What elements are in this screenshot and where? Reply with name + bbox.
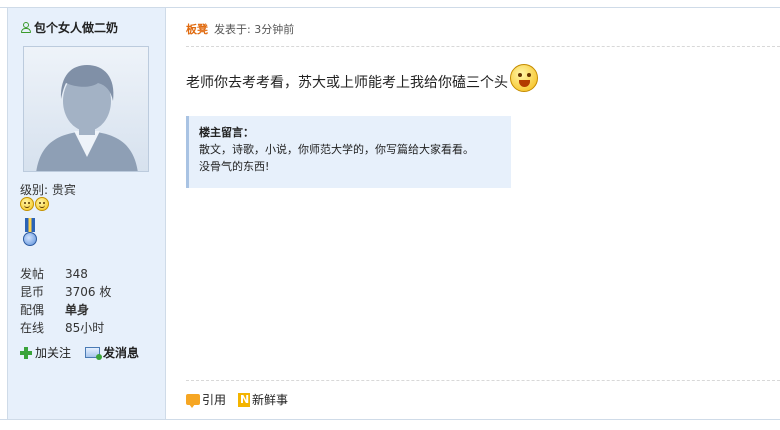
user-stats: 发帖 348 昆币 3706 枚 配偶 单身 在线 85小时 <box>20 265 111 337</box>
message-label[interactable]: 发消息 <box>103 344 139 361</box>
stat-spouse: 配偶 单身 <box>20 301 111 319</box>
stat-value: 85小时 <box>65 321 105 335</box>
header-divider <box>186 46 780 47</box>
post-footer: 引用 新鲜事 <box>186 391 288 408</box>
user-name[interactable]: 包个女人做二奶 <box>20 19 118 36</box>
smiley-icon <box>35 197 49 211</box>
user-sidebar: 包个女人做二奶 级别: 贵宾 发帖 348 昆币 3706 枚 配偶 单身 在线… <box>7 8 166 419</box>
quote-button[interactable]: 引用 <box>186 391 226 408</box>
post-content: 老师你去考考看，苏大或上师能考上我给你磕三个头 <box>186 64 538 92</box>
news-icon <box>238 392 251 407</box>
stat-label: 昆币 <box>20 285 45 299</box>
user-name-text[interactable]: 包个女人做二奶 <box>34 19 118 36</box>
post-floor-label: 板凳 <box>186 23 208 36</box>
send-message-button[interactable]: 发消息 <box>85 344 139 361</box>
owner-note: 楼主留言： 散文，诗歌，小说，你师范大学的，你写篇给大家看看。 没骨气的东西! <box>186 116 511 188</box>
stat-label: 在线 <box>20 321 45 335</box>
news-button[interactable]: 新鲜事 <box>238 391 288 408</box>
level-smileys <box>20 197 49 211</box>
news-label[interactable]: 新鲜事 <box>252 391 288 408</box>
smiley-icon <box>20 197 34 211</box>
stat-label: 配偶 <box>20 303 45 317</box>
plus-icon <box>20 346 32 359</box>
quote-label[interactable]: 引用 <box>202 391 226 408</box>
avatar[interactable] <box>23 46 149 172</box>
stat-coins: 昆币 3706 枚 <box>20 283 111 301</box>
footer-divider <box>186 380 780 381</box>
message-icon <box>85 347 103 360</box>
follow-button[interactable]: 加关注 <box>20 344 71 361</box>
medal-icon <box>22 218 38 250</box>
laughing-emoji-icon <box>510 64 538 92</box>
owner-note-title: 楼主留言： <box>199 126 254 139</box>
follow-label[interactable]: 加关注 <box>35 344 71 361</box>
stat-label: 发帖 <box>20 267 45 281</box>
owner-note-line: 没骨气的东西! <box>199 160 270 173</box>
post-header: 板凳 发表于: 3分钟前 <box>186 21 294 37</box>
stat-value: 单身 <box>65 303 90 317</box>
user-icon <box>20 21 31 34</box>
stat-online: 在线 85小时 <box>20 319 111 337</box>
quote-icon <box>186 394 200 408</box>
user-level: 级别: 贵宾 <box>20 183 76 197</box>
avatar-silhouette-icon <box>24 47 148 171</box>
user-actions: 加关注 发消息 <box>20 344 139 361</box>
post-time: 发表于: 3分钟前 <box>214 23 295 36</box>
post-text: 老师你去考考看，苏大或上师能考上我给你磕三个头 <box>186 75 508 91</box>
stat-value: 3706 枚 <box>65 285 112 299</box>
stat-value: 348 <box>65 267 88 281</box>
top-border <box>0 0 780 8</box>
stat-posts: 发帖 348 <box>20 265 111 283</box>
post-body: 板凳 发表于: 3分钟前 老师你去考考看，苏大或上师能考上我给你磕三个头 楼主留… <box>166 8 780 419</box>
owner-note-line: 散文，诗歌，小说，你师范大学的，你写篇给大家看看。 <box>199 143 474 156</box>
bottom-border <box>0 419 780 430</box>
